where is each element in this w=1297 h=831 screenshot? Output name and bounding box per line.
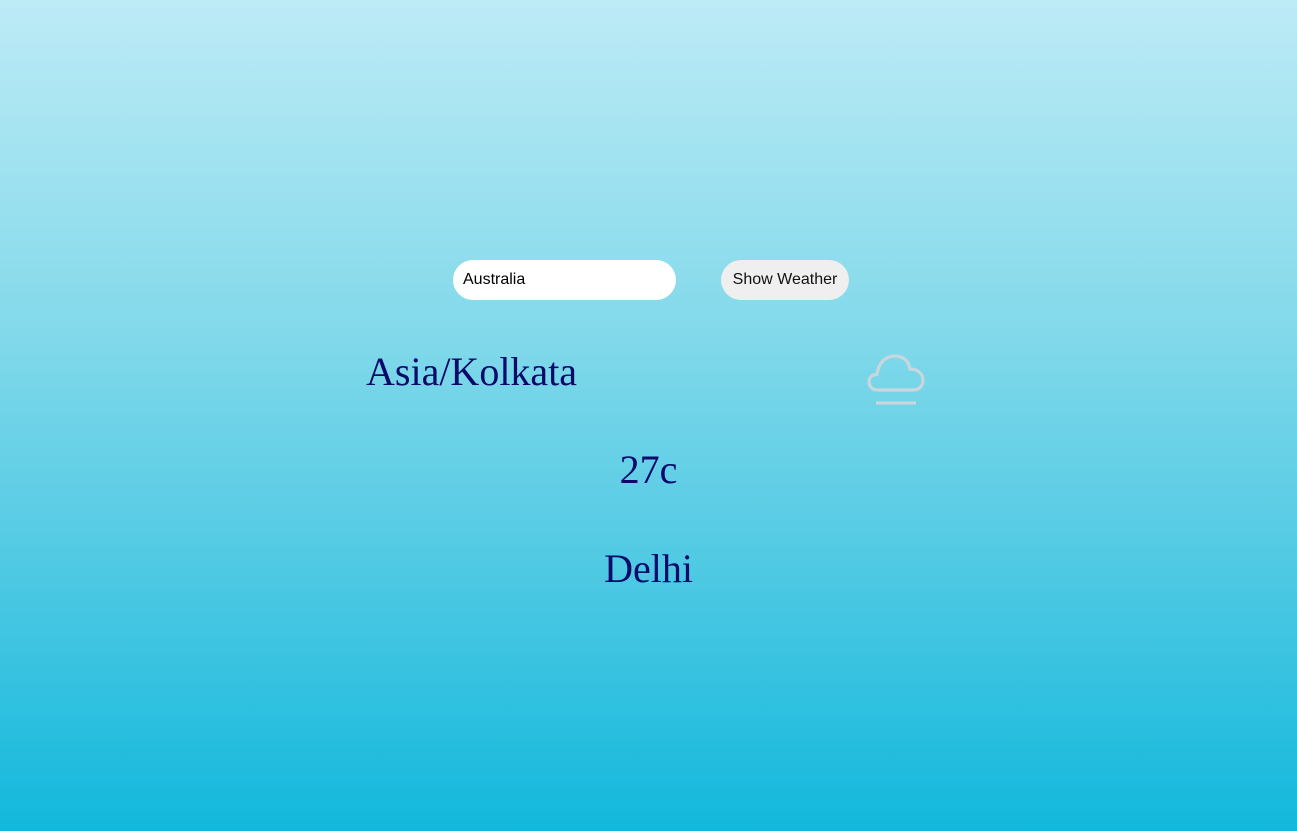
timezone-label: Asia/Kolkata (366, 349, 578, 394)
show-weather-button[interactable]: Show Weather (721, 260, 849, 300)
temperature-value: 27c (619, 447, 678, 492)
city-name: Delhi (604, 546, 693, 591)
city-search-input[interactable] (453, 260, 676, 300)
cloud-fog-icon (867, 354, 925, 405)
